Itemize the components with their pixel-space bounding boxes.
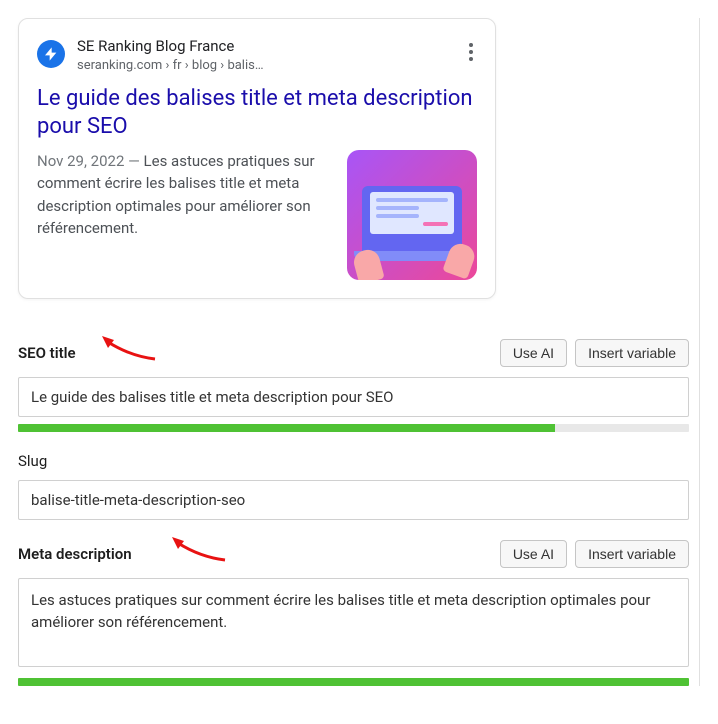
preview-thumbnail bbox=[347, 150, 477, 280]
arrow-icon bbox=[170, 535, 230, 565]
preview-title: Le guide des balises title et meta descr… bbox=[37, 85, 477, 142]
use-ai-button[interactable]: Use AI bbox=[500, 540, 567, 568]
arrow-icon bbox=[100, 334, 160, 364]
meta-description-progress bbox=[18, 678, 689, 686]
insert-variable-button[interactable]: Insert variable bbox=[575, 540, 689, 568]
preview-header: SE Ranking Blog France seranking.com › f… bbox=[37, 37, 477, 75]
seo-title-input[interactable] bbox=[18, 377, 689, 417]
preview-date: Nov 29, 2022 bbox=[37, 152, 124, 170]
breadcrumb: seranking.com › fr › blog › balis… bbox=[77, 57, 453, 75]
serp-preview-card: SE Ranking Blog France seranking.com › f… bbox=[18, 18, 496, 299]
slug-input[interactable] bbox=[18, 480, 689, 520]
slug-section: Slug bbox=[18, 452, 689, 520]
meta-description-section: Meta description Use AI Insert variable bbox=[18, 540, 689, 687]
preview-body: Nov 29, 2022 — Les astuces pratiques sur… bbox=[37, 150, 477, 280]
meta-description-input[interactable] bbox=[18, 578, 689, 668]
seo-title-progress bbox=[18, 424, 689, 432]
seo-title-section: SEO title Use AI Insert variable bbox=[18, 339, 689, 432]
preview-text: Nov 29, 2022 — Les astuces pratiques sur… bbox=[37, 150, 333, 240]
progress-fill bbox=[18, 424, 555, 432]
more-icon[interactable] bbox=[465, 37, 477, 67]
meta-description-label: Meta description bbox=[18, 545, 132, 563]
use-ai-button[interactable]: Use AI bbox=[500, 339, 567, 367]
site-info: SE Ranking Blog France seranking.com › f… bbox=[77, 37, 453, 75]
site-name: SE Ranking Blog France bbox=[77, 37, 453, 57]
seo-title-label: SEO title bbox=[18, 344, 76, 362]
insert-variable-button[interactable]: Insert variable bbox=[575, 339, 689, 367]
slug-label: Slug bbox=[18, 452, 47, 470]
bolt-icon bbox=[43, 46, 59, 62]
site-favicon bbox=[37, 40, 65, 68]
progress-fill bbox=[18, 678, 689, 686]
